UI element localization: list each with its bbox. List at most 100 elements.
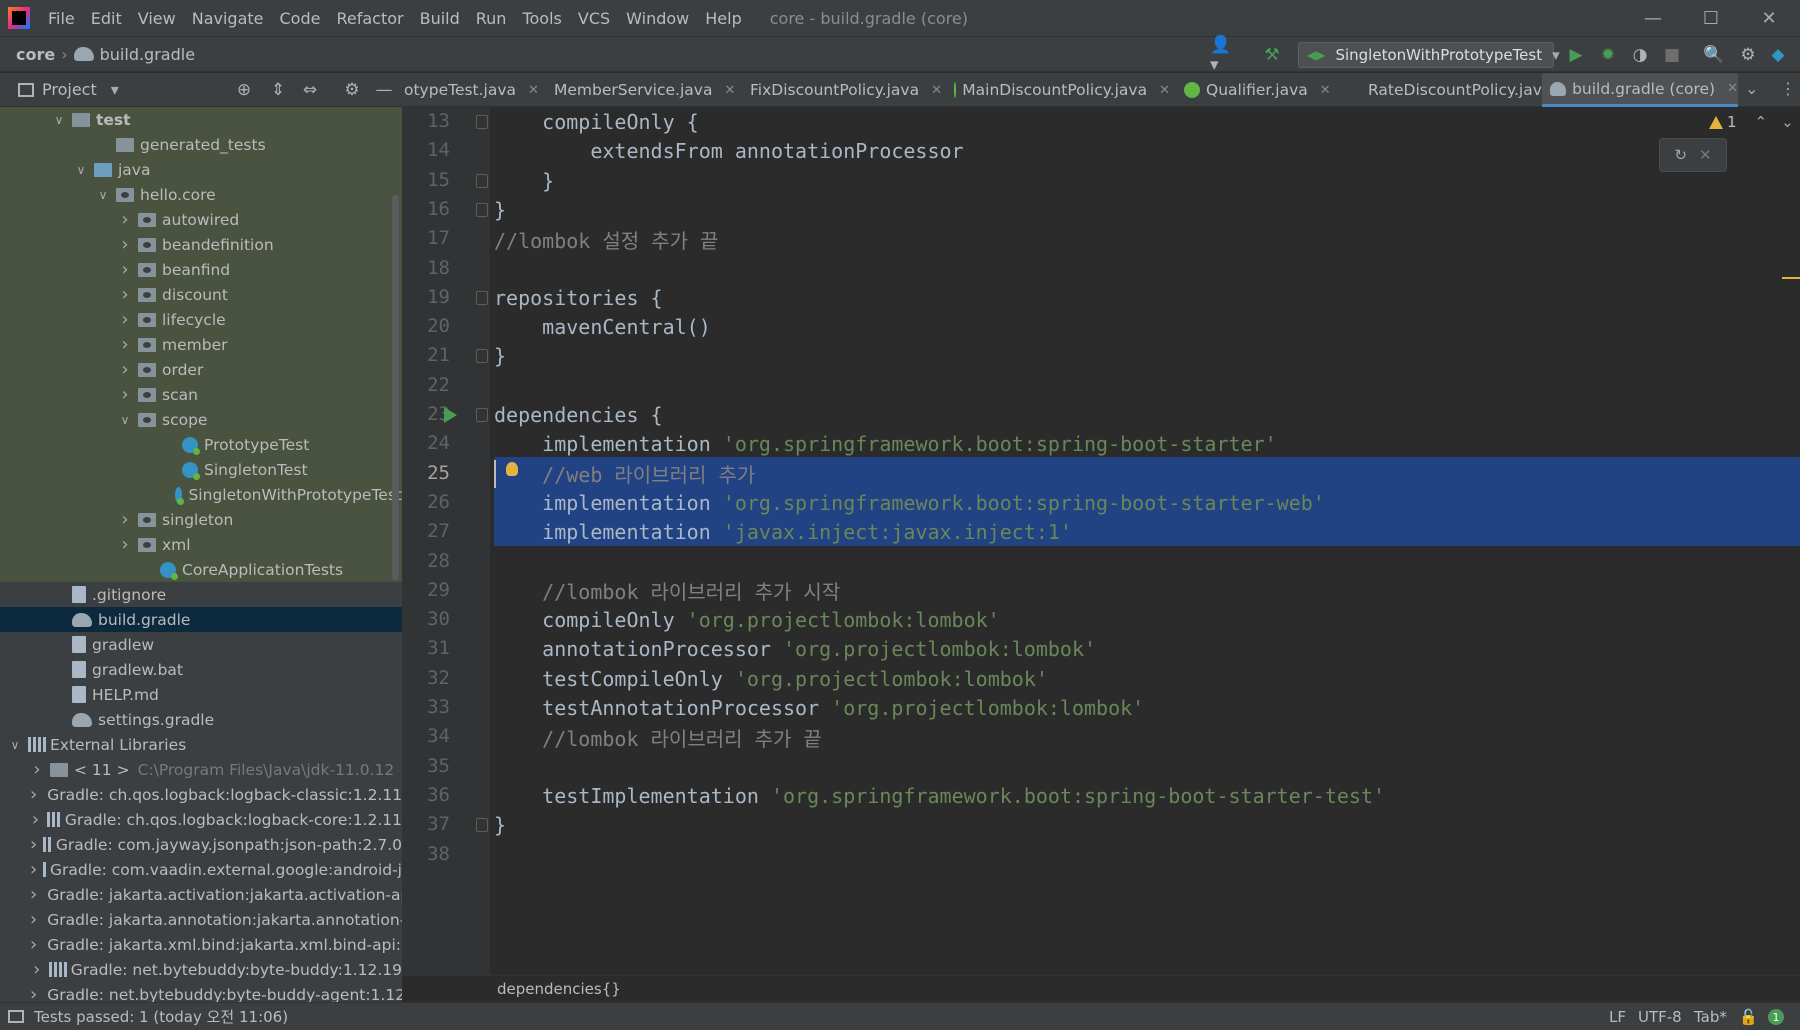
tree-item[interactable]: › Gradle: ch.qos.logback:logback-classic:… [0, 782, 402, 807]
editor-tab[interactable]: Qualifier.java ✕ [1176, 73, 1348, 107]
previous-highlight-icon[interactable]: ⌃ [1755, 113, 1768, 131]
panel-settings-gear-icon[interactable]: ⚙ [340, 78, 364, 102]
chevron-right-icon[interactable]: › [30, 909, 37, 930]
tree-item[interactable]: › beandefinition [0, 232, 402, 257]
code-editor[interactable]: 13 14 15 16 17 18 19 20 21 22 23 24 25 26 27 28 29 30 31 32… [402, 107, 1800, 975]
tree-item[interactable]: › scan [0, 382, 402, 407]
menu-vcs[interactable]: VCS [570, 9, 618, 28]
tab-list-chevron-icon[interactable]: ⌄ [1745, 79, 1758, 98]
menu-edit[interactable]: Edit [83, 9, 130, 28]
tree-item[interactable]: gradlew.bat [0, 657, 402, 682]
run-gutter-icon[interactable] [444, 407, 457, 423]
fold-marker-icon[interactable] [476, 408, 488, 422]
close-tab-icon[interactable]: ✕ [1727, 81, 1738, 96]
intention-bulb-icon[interactable] [506, 461, 518, 476]
chevron-right-icon[interactable]: › [30, 884, 37, 905]
gradle-reload-icon[interactable]: ↻ [1674, 146, 1687, 164]
editor-tab[interactable]: build.gradle (core) ✕ [1542, 73, 1738, 107]
chevron-right-icon[interactable]: › [118, 509, 132, 530]
expand-all-icon[interactable]: ⇕ [266, 78, 290, 102]
chevron-right-icon[interactable]: › [30, 859, 37, 880]
breadcrumb-file[interactable]: build.gradle [73, 45, 195, 64]
tree-item[interactable]: › Gradle: com.vaadin.external.google:andr… [0, 857, 402, 882]
project-panel-title[interactable]: Project [42, 80, 97, 99]
menu-run[interactable]: Run [468, 9, 515, 28]
menu-help[interactable]: Help [697, 9, 749, 28]
close-tab-icon[interactable]: ✕ [1320, 83, 1331, 98]
menu-view[interactable]: View [130, 9, 184, 28]
chevron-right-icon[interactable]: › [30, 984, 37, 1002]
tree-item[interactable]: ∨ hello.core [0, 182, 402, 207]
chevron-right-icon[interactable]: › [118, 209, 132, 230]
chevron-down-icon[interactable]: ∨ [74, 163, 88, 177]
chevron-down-icon[interactable]: ▾ [111, 80, 119, 99]
chevron-right-icon[interactable]: › [30, 834, 37, 855]
tree-item[interactable]: CoreApplicationTests [0, 557, 402, 582]
debug-bug-icon[interactable]: ✹ [1596, 43, 1620, 67]
tree-item[interactable]: › xml [0, 532, 402, 557]
menu-build[interactable]: Build [412, 9, 468, 28]
tree-item[interactable]: ∨ java [0, 157, 402, 182]
fold-marker-icon[interactable] [476, 818, 488, 833]
locate-target-icon[interactable]: ⊕ [232, 78, 256, 102]
lock-icon[interactable]: 🔓 [1739, 1008, 1758, 1026]
chevron-right-icon[interactable]: › [118, 384, 132, 405]
tree-item[interactable]: › Gradle: jakarta.annotation:jakarta.anno… [0, 907, 402, 932]
tree-item[interactable]: generated_tests [0, 132, 402, 157]
tree-item[interactable]: › discount [0, 282, 402, 307]
tree-item[interactable]: › beanfind [0, 257, 402, 282]
settings-gear-icon[interactable]: ⚙ [1736, 43, 1760, 67]
menu-window[interactable]: Window [618, 9, 697, 28]
close-tab-icon[interactable]: ✕ [1159, 83, 1170, 98]
next-highlight-icon[interactable]: ⌄ [1781, 113, 1794, 131]
notifications-badge[interactable]: 1 [1768, 1009, 1784, 1025]
coverage-icon[interactable]: ◑ [1628, 43, 1652, 67]
chevron-right-icon[interactable]: › [118, 259, 132, 280]
chevron-right-icon[interactable]: › [118, 234, 132, 255]
tree-item[interactable]: › singleton [0, 507, 402, 532]
tree-item[interactable]: › Gradle: ch.qos.logback:logback-core:1.2… [0, 807, 402, 832]
tree-item[interactable]: SingletonWithPrototypeTest [0, 482, 402, 507]
collapse-all-icon[interactable]: ⇔ [298, 78, 322, 102]
menu-refactor[interactable]: Refactor [328, 9, 411, 28]
chevron-right-icon[interactable]: › [118, 284, 132, 305]
more-options-icon[interactable]: ⋮ [1780, 79, 1796, 98]
tree-item[interactable]: › < 11 > C:\Program Files\Java\jdk-11.0.12 [0, 757, 402, 782]
status-message[interactable]: Tests passed: 1 (today 오전 11:06) [34, 1006, 288, 1027]
editor-breadcrumb-item[interactable]: dependencies{} [497, 980, 621, 998]
fold-marker-icon[interactable] [476, 173, 488, 188]
tree-item[interactable]: PrototypeTest [0, 432, 402, 457]
editor-tab[interactable]: RateDiscountPolicy.java✕ [1354, 73, 1574, 107]
chevron-right-icon[interactable]: › [118, 334, 132, 355]
editor-tab[interactable]: MainDiscountPolicy.java ✕ [946, 73, 1170, 107]
inspection-widget[interactable]: 1 ⌃ ⌄ [1709, 113, 1794, 131]
stop-icon[interactable]: ■ [1660, 43, 1684, 67]
fold-marker-icon[interactable] [476, 115, 488, 129]
maximize-icon[interactable]: ☐ [1682, 0, 1740, 36]
vcs-user-icon[interactable]: 👤▾ [1210, 35, 1234, 75]
menu-navigate[interactable]: Navigate [184, 9, 272, 28]
chevron-right-icon[interactable]: › [30, 959, 43, 980]
tree-item[interactable]: › Gradle: jakarta.activation:jakarta.acti… [0, 882, 402, 907]
chevron-right-icon[interactable]: › [118, 359, 132, 380]
tree-item[interactable]: › Gradle: net.bytebuddy:byte-buddy-agent:… [0, 982, 402, 1002]
fold-marker-icon[interactable] [476, 202, 488, 217]
tree-item[interactable]: › lifecycle [0, 307, 402, 332]
tree-item[interactable]: › order [0, 357, 402, 382]
chevron-right-icon[interactable]: › [30, 809, 41, 830]
warning-stripe-marker[interactable] [1782, 277, 1800, 279]
tree-item[interactable]: HELP.md [0, 682, 402, 707]
tree-item[interactable]: › Gradle: net.bytebuddy:byte-buddy:1.12.1… [0, 957, 402, 982]
tree-item[interactable]: settings.gradle [0, 707, 402, 732]
tree-item[interactable]: › Gradle: jakarta.xml.bind:jakarta.xml.bi… [0, 932, 402, 957]
tree-item[interactable]: ∨ test [0, 107, 402, 132]
breadcrumb-project[interactable]: core [16, 45, 55, 64]
chevron-down-icon[interactable]: ∨ [96, 188, 110, 202]
chevron-right-icon[interactable]: › [30, 784, 37, 805]
encoding-indicator[interactable]: UTF-8 [1638, 1008, 1682, 1026]
tree-item[interactable]: ∨ External Libraries [0, 732, 402, 757]
build-hammer-icon[interactable]: ⚒ [1260, 43, 1284, 67]
chevron-right-icon[interactable]: › [30, 934, 37, 955]
minimize-icon[interactable]: — [1624, 0, 1682, 36]
chevron-down-icon[interactable]: ∨ [118, 413, 132, 427]
